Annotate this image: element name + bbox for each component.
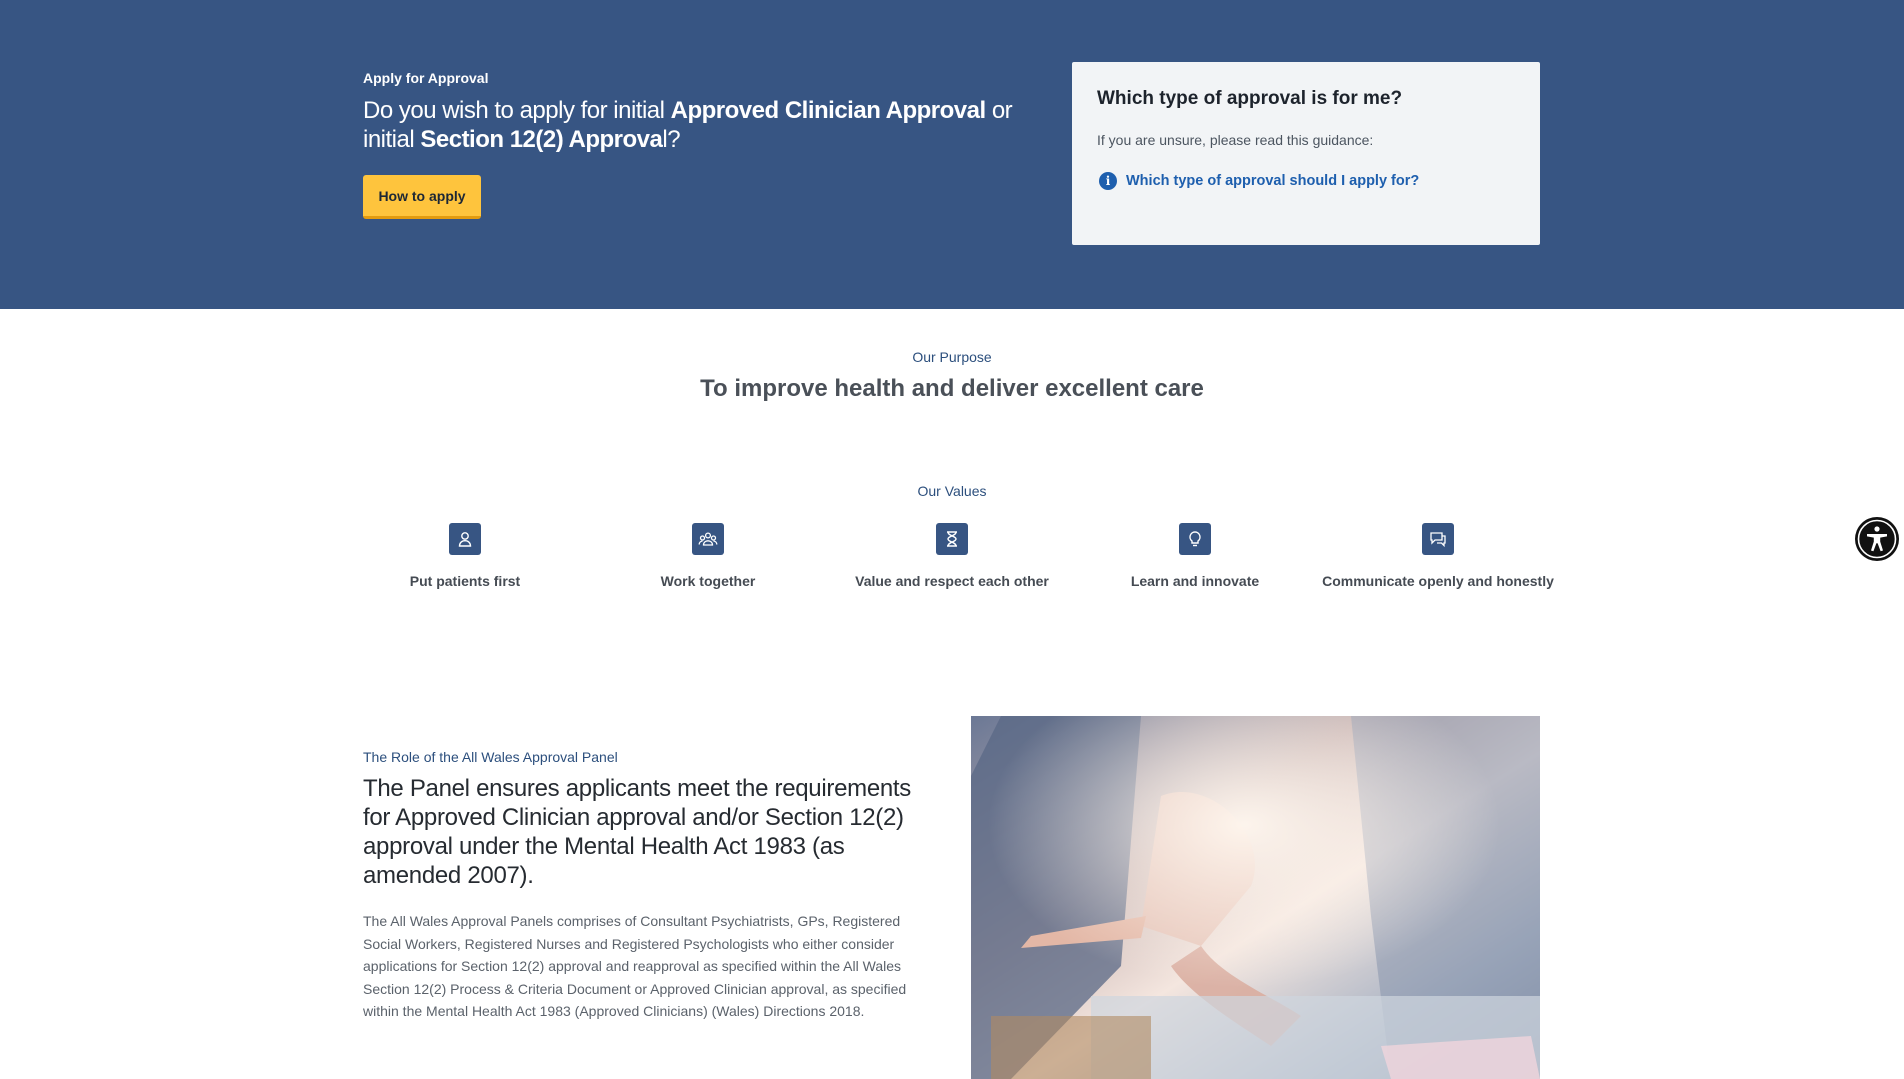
value-item-learn: Learn and innovate <box>1075 523 1315 592</box>
role-eyebrow: The Role of the All Wales Approval Panel <box>363 749 618 765</box>
hero-title-text: l? <box>662 126 681 153</box>
team-photo <box>971 716 1540 1079</box>
card-title: Which type of approval is for me? <box>1097 88 1403 109</box>
approval-type-link[interactable]: i Which type of approval should I apply … <box>1097 172 1419 190</box>
approval-type-link-label: Which type of approval should I apply fo… <box>1126 173 1420 189</box>
chat-icon <box>1422 523 1454 555</box>
purpose-title: To improve health and deliver excellent … <box>700 375 1204 402</box>
value-label: Put patients first <box>409 573 521 589</box>
values-eyebrow: Our Values <box>917 483 987 499</box>
role-title: The Panel ensures applicants meet the re… <box>363 775 911 889</box>
value-label: Value and respect each other <box>855 573 1049 589</box>
hero-title-emphasis: Approved Clinician Approval <box>670 97 987 124</box>
card-text: If you are unsure, please read this guid… <box>1097 132 1374 148</box>
info-icon: i <box>1099 172 1117 190</box>
hero-title-text: Do you wish to apply for initial <box>363 97 671 124</box>
hourglass-icon <box>936 523 968 555</box>
hero-title: Do you wish to apply for initial Approve… <box>363 96 1043 154</box>
how-to-apply-button[interactable]: How to apply <box>363 175 481 219</box>
value-item-respect: Value and respect each other <box>832 523 1072 592</box>
hero-eyebrow: Apply for Approval <box>363 70 489 86</box>
accessibility-icon <box>1851 514 1903 568</box>
value-item-patients: Put patients first <box>345 523 585 592</box>
hero-banner: Apply for Approval Do you wish to apply … <box>0 0 1904 309</box>
value-label: Work together <box>660 573 756 589</box>
group-icon <box>692 523 724 555</box>
value-label: Communicate openly and honestly <box>1322 573 1554 589</box>
role-body: The All Wales Approval Panels comprises … <box>363 913 907 1019</box>
accessibility-button[interactable] <box>1851 513 1903 565</box>
value-label: Learn and innovate <box>1130 573 1260 589</box>
person-icon <box>449 523 481 555</box>
purpose-eyebrow: Our Purpose <box>912 349 992 365</box>
approval-guidance-card: Which type of approval is for me? If you… <box>1072 62 1540 245</box>
value-item-together: Work together <box>588 523 828 592</box>
lightbulb-icon <box>1179 523 1211 555</box>
hero-title-emphasis: Section 12(2) Approva <box>420 126 663 153</box>
value-item-communicate: Communicate openly and honestly <box>1318 523 1558 592</box>
